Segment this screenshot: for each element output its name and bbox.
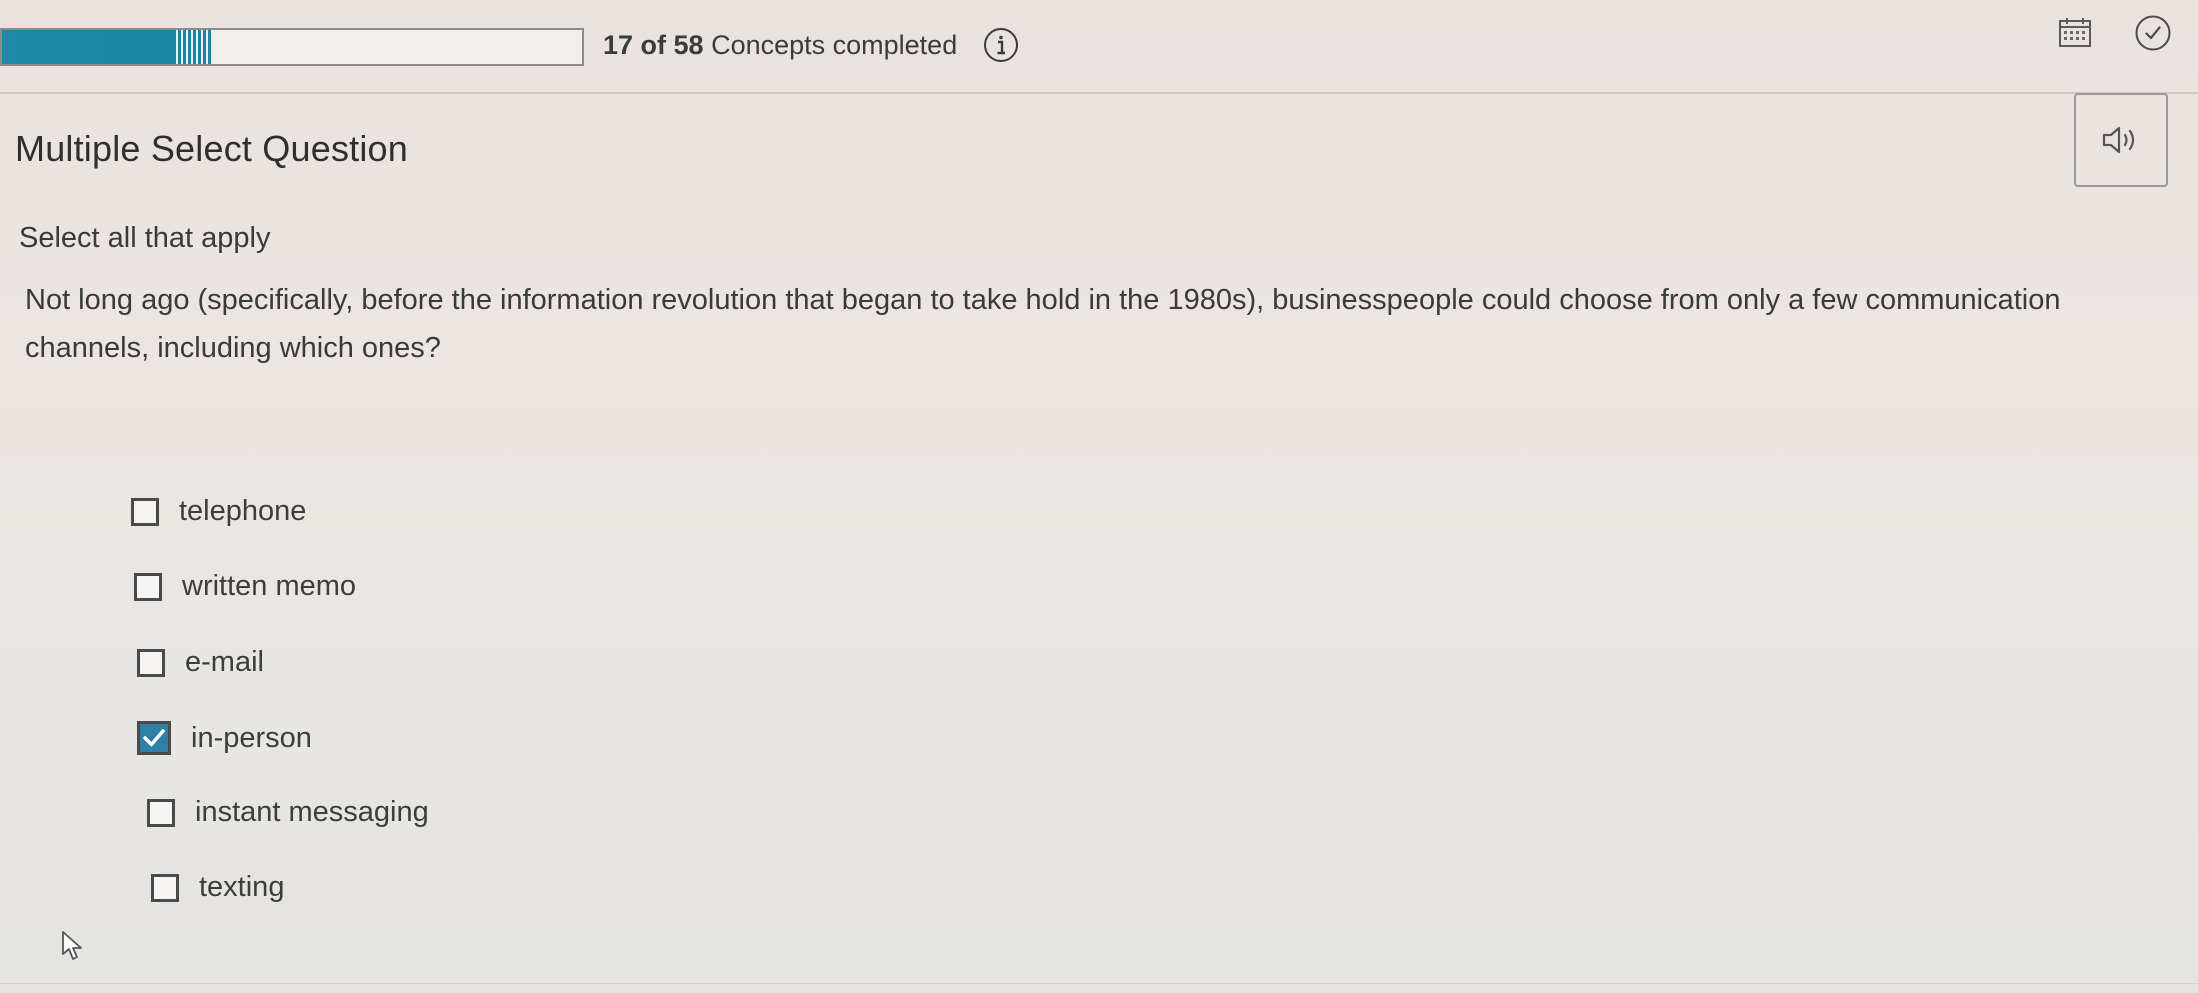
choice-option[interactable]: texting (151, 871, 284, 904)
header-divider (0, 92, 2198, 94)
instruction-text: Select all that apply (19, 222, 271, 254)
choice-option[interactable]: instant messaging (147, 796, 429, 829)
choice-option[interactable]: written memo (134, 570, 356, 603)
mouse-cursor-icon (62, 931, 82, 960)
choice-label: telephone (179, 495, 307, 527)
choice-label: texting (199, 871, 285, 903)
progress-text: 17 of 58 Concepts completed (603, 28, 957, 62)
question-prompt: Not long ago (specifically, before the i… (25, 284, 2061, 364)
checkbox-checked[interactable] (137, 721, 171, 755)
read-aloud-button[interactable] (2074, 93, 2168, 187)
bottom-divider (0, 983, 2198, 984)
choice-label: in-person (191, 721, 312, 754)
info-icon[interactable] (983, 27, 1019, 63)
choice-option[interactable]: e-mail (137, 646, 264, 679)
checkbox[interactable] (147, 798, 175, 827)
choice-option[interactable]: telephone (131, 495, 306, 528)
calendar-icon[interactable] (2058, 16, 2092, 48)
checkmark-icon (143, 729, 165, 747)
checkbox[interactable] (151, 873, 179, 902)
speaker-icon (2102, 126, 2135, 154)
choice-label: written memo (182, 570, 357, 602)
progress-label: Concepts completed (711, 30, 958, 60)
choice-label: instant messaging (195, 796, 429, 828)
checkbox[interactable] (131, 497, 159, 526)
progress-fill (2, 30, 211, 64)
question-type-title: Multiple Select Question (15, 128, 408, 169)
progress-count: 17 of 58 (603, 30, 704, 60)
progress-bar (0, 28, 584, 66)
top-bar: 17 of 58 Concepts completed (0, 0, 2198, 92)
checkbox[interactable] (137, 648, 165, 677)
check-circle-icon[interactable] (2134, 14, 2172, 52)
checkbox[interactable] (134, 572, 162, 601)
choice-option[interactable]: in-person (137, 721, 312, 755)
choice-label: e-mail (185, 646, 264, 678)
